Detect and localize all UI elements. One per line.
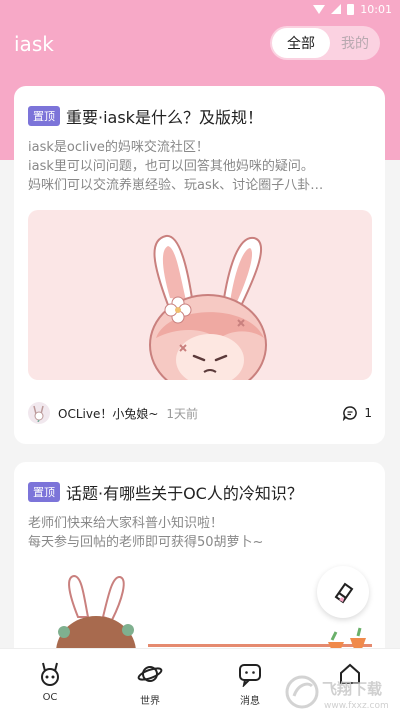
pinned-badge: 置顶 xyxy=(28,106,60,126)
avatar[interactable] xyxy=(28,402,50,424)
battery-icon xyxy=(347,3,355,15)
post-body: 老师们快来给大家科普小知识啦！ 每天参与回帖的老师即可获得50胡萝卜~ xyxy=(28,514,372,552)
post-meta: OCLive！小兔娘~ 1天前 1 xyxy=(28,400,372,426)
post-body-line: iask是oclive的妈咪交流社区！ xyxy=(28,140,209,155)
status-bar: 10:01 xyxy=(0,0,400,18)
planet-icon xyxy=(137,666,163,682)
tab-label: OC xyxy=(42,692,58,703)
post-title-row: 置顶 话题·有哪些关于OC人的冷知识？ xyxy=(28,480,303,504)
segment-all[interactable]: 全部 xyxy=(272,28,330,58)
wifi-icon xyxy=(313,4,326,14)
post-title: 话题·有哪些关于OC人的冷知识？ xyxy=(66,484,303,503)
post-time: 1天前 xyxy=(166,406,199,421)
post-body-line: iask里可以问问题，也可以回答其他妈咪的疑问。 xyxy=(28,159,314,174)
tab-oc[interactable]: OC xyxy=(0,649,100,717)
post-body-line: 老师们快来给大家科普小知识啦！ xyxy=(28,516,224,531)
post-body: iask是oclive的妈咪交流社区！ iask里可以问问题，也可以回答其他妈咪… xyxy=(28,138,372,195)
post-title-row: 置顶 重要·iask是什么？及版规！ xyxy=(28,104,263,128)
app-title: iask xyxy=(14,32,54,56)
post-title: 重要·iask是什么？及版规！ xyxy=(66,108,263,127)
comment-count-value: 1 xyxy=(364,406,372,420)
pinned-badge: 置顶 xyxy=(28,482,60,502)
segment-control: 全部 我的 xyxy=(270,26,380,60)
bunny-avatar-icon xyxy=(33,405,44,422)
post-body-line: 每天参与回帖的老师即可获得50胡萝卜~ xyxy=(28,535,264,550)
post-card[interactable]: 置顶 重要·iask是什么？及版规！ iask是oclive的妈咪交流社区！ i… xyxy=(14,86,385,444)
watermark-logo: 飞翔下载 www.fxxz.com xyxy=(285,675,389,711)
signal-icon xyxy=(331,4,342,14)
compose-button[interactable] xyxy=(317,566,369,618)
tab-label: 世界 xyxy=(140,696,160,707)
segment-mine[interactable]: 我的 xyxy=(330,33,380,53)
author-name[interactable]: OCLive！小兔娘~ xyxy=(58,405,158,422)
tab-label: 消息 xyxy=(240,696,260,707)
watermark-url: www.fxxz.com xyxy=(324,701,389,711)
status-time: 10:01 xyxy=(360,2,392,16)
eraser-pen-icon xyxy=(334,582,354,604)
bunny-illustration xyxy=(149,235,267,380)
comment-count[interactable]: 1 xyxy=(342,405,372,421)
post-image[interactable] xyxy=(28,210,372,380)
tab-world[interactable]: 世界 xyxy=(100,649,200,717)
post-body-line: 妈咪们可以交流养崽经验、玩ask、讨论圈子八卦… xyxy=(28,178,324,193)
bunny-face-icon xyxy=(41,662,59,686)
chat-bubble-icon xyxy=(239,664,261,687)
comment-icon xyxy=(343,406,358,421)
watermark-brand: 飞翔下载 xyxy=(322,680,382,698)
post-card[interactable]: 置顶 话题·有哪些关于OC人的冷知识？ 老师们快来给大家科普小知识啦！ 每天参与… xyxy=(14,462,385,662)
